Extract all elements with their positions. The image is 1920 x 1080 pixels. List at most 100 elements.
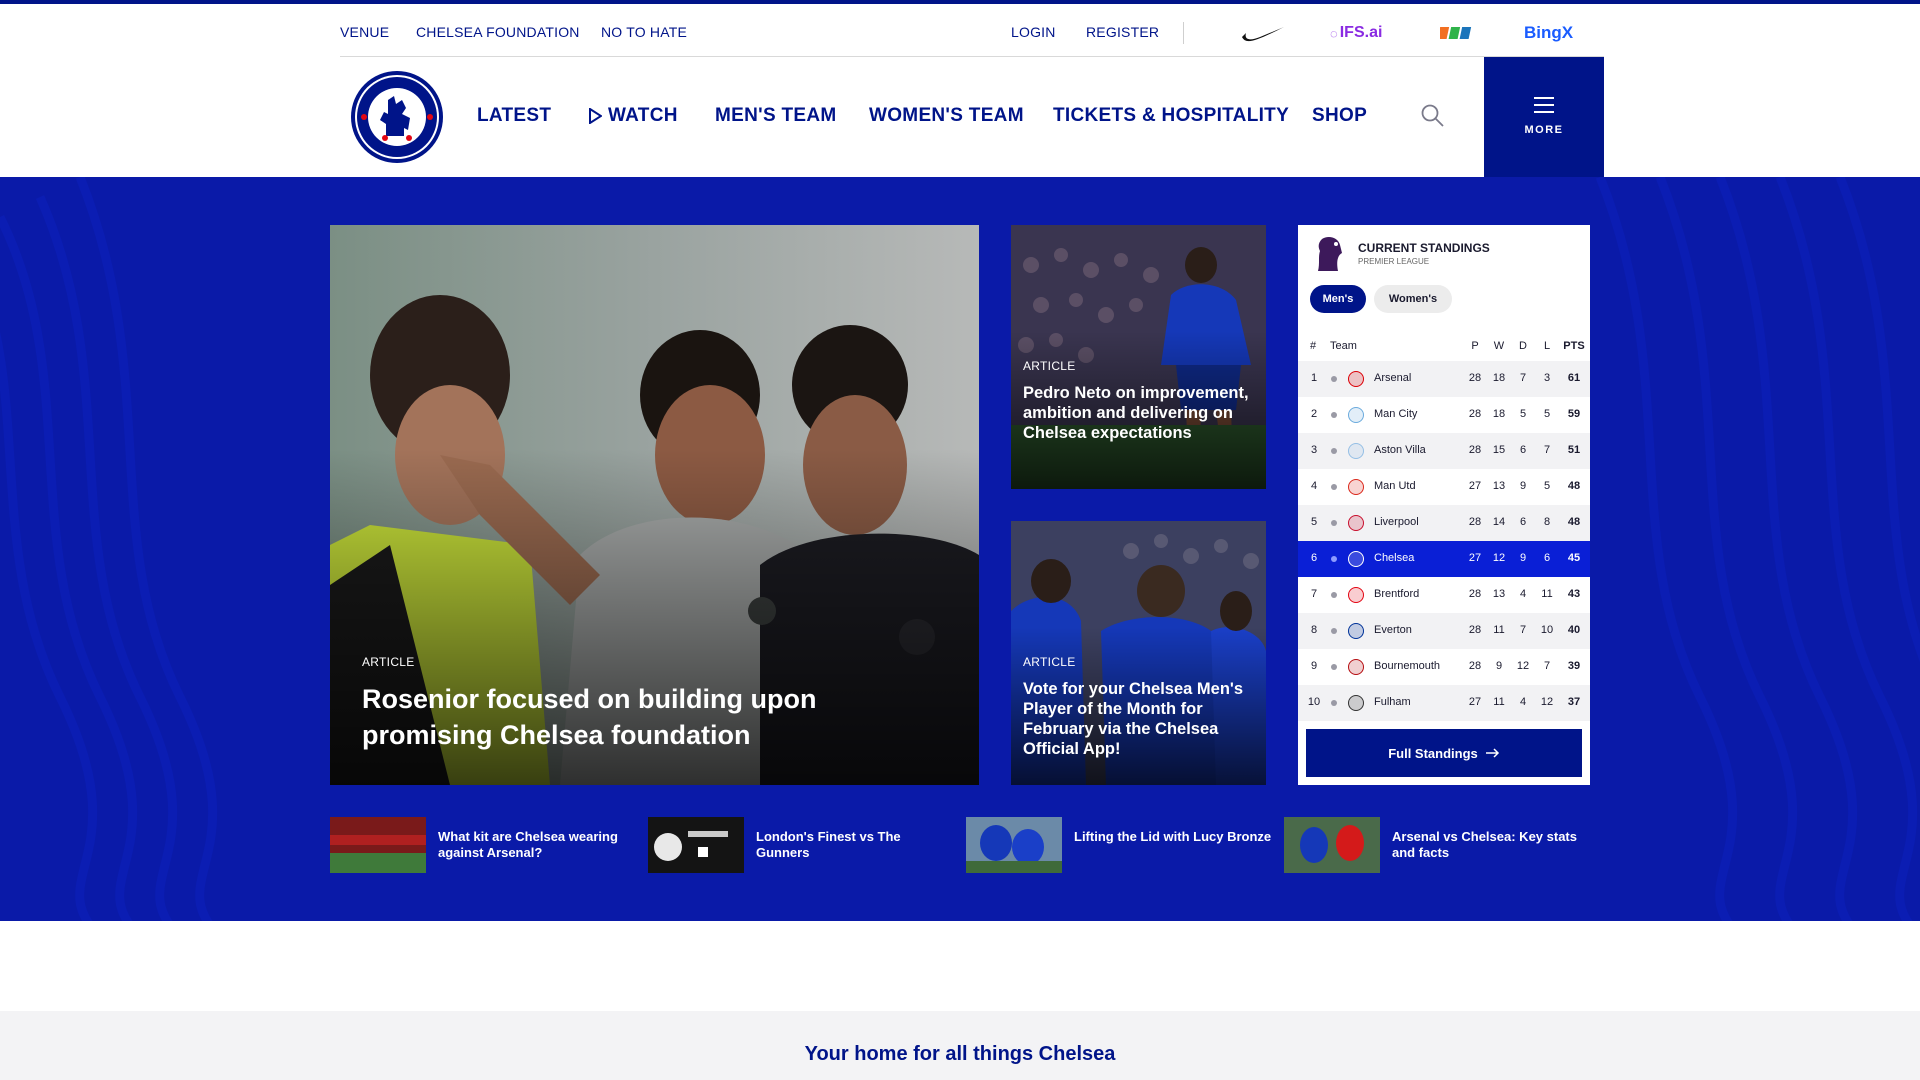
table-row-highlighted[interactable]: 6 Chelsea 27 12 9 6 45: [1298, 541, 1590, 577]
table-row[interactable]: 10 Fulham 27 11 4 12 37: [1298, 685, 1590, 721]
full-standings-label: Full Standings: [1388, 745, 1478, 761]
row-points: 51: [1567, 444, 1581, 456]
row-lost: 5: [1543, 408, 1551, 420]
util-link-venue[interactable]: VENUE: [340, 24, 389, 40]
search-icon[interactable]: [1420, 103, 1446, 129]
home-section: Your home for all things Chelsea: [0, 1011, 1920, 1080]
register-link[interactable]: REGISTER: [1086, 24, 1159, 40]
small-card-kit[interactable]: What kit are Chelsea wearing against Ars…: [330, 817, 630, 873]
row-pos: 8: [1310, 624, 1318, 636]
row-pos: 4: [1310, 480, 1318, 492]
table-row[interactable]: 8 Everton 28 11 7 10 40: [1298, 613, 1590, 649]
row-points: 39: [1567, 660, 1581, 672]
more-label: MORE: [1524, 124, 1564, 136]
table-row[interactable]: 2 Man City 28 18 5 5 59: [1298, 397, 1590, 433]
row-team: Brentford: [1374, 588, 1420, 600]
hero-section: ARTICLE Rosenior focused on building upo…: [0, 177, 1920, 921]
row-won: 15: [1492, 444, 1506, 456]
team-badge-icon: [1348, 587, 1364, 603]
more-menu-button[interactable]: MORE: [1484, 57, 1604, 177]
hero-side-card-1[interactable]: ARTICLE Pedro Neto on improvement, ambit…: [1011, 225, 1266, 489]
hero-main-card[interactable]: ARTICLE Rosenior focused on building upo…: [330, 225, 979, 785]
standings-title: CURRENT STANDINGS: [1358, 241, 1490, 255]
row-lost: 6: [1543, 552, 1551, 564]
nike-logo-icon[interactable]: [1240, 22, 1286, 44]
hero-side1-tag: ARTICLE: [1023, 359, 1076, 373]
row-won: 14: [1492, 516, 1506, 528]
row-lost: 3: [1543, 372, 1551, 384]
hero-side1-title: Pedro Neto on improvement, ambition and …: [1023, 384, 1249, 442]
login-link[interactable]: LOGIN: [1011, 24, 1056, 40]
position-dot: [1331, 412, 1337, 418]
row-played: 28: [1468, 624, 1482, 636]
bingx-sponsor-logo[interactable]: BingX: [1524, 22, 1573, 44]
table-row[interactable]: 4 Man Utd 27 13 9 5 48: [1298, 469, 1590, 505]
team-badge-icon: [1348, 371, 1364, 387]
row-pos: 7: [1310, 588, 1318, 600]
nav-shop[interactable]: SHOP: [1312, 105, 1367, 127]
nav-watch[interactable]: WATCH: [588, 105, 678, 127]
nav-womens-team[interactable]: WOMEN'S TEAM: [869, 105, 1024, 127]
row-points: 48: [1567, 516, 1581, 528]
small-card-thumb: [1284, 817, 1380, 873]
position-dot: [1331, 448, 1337, 454]
chelsea-crest-icon[interactable]: [350, 70, 444, 164]
position-dot: [1331, 556, 1337, 562]
small-card-londons-finest[interactable]: London's Finest vs The Gunners: [648, 817, 948, 873]
table-row[interactable]: 7 Brentford 28 13 4 11 43: [1298, 577, 1590, 613]
row-pos: 9: [1310, 660, 1318, 672]
util-link-no-to-hate[interactable]: NO TO HATE: [601, 24, 687, 40]
row-pos: 1: [1310, 372, 1318, 384]
row-lost: 8: [1543, 516, 1551, 528]
row-won: 12: [1492, 552, 1506, 564]
small-card-title: What kit are Chelsea wearing against Ars…: [438, 829, 618, 860]
row-pos: 5: [1310, 516, 1318, 528]
full-standings-button[interactable]: Full Standings: [1306, 729, 1582, 777]
row-played: 27: [1468, 480, 1482, 492]
row-won: 11: [1493, 624, 1505, 636]
row-team: Aston Villa: [1374, 444, 1426, 456]
hero-side-card-2[interactable]: ARTICLE Vote for your Chelsea Men's Play…: [1011, 521, 1266, 785]
table-row[interactable]: 5 Liverpool 28 14 6 8 48: [1298, 505, 1590, 541]
row-lost: 10: [1540, 624, 1554, 636]
table-row[interactable]: 3 Aston Villa 28 15 6 7 51: [1298, 433, 1590, 469]
small-card-key-stats[interactable]: Arsenal vs Chelsea: Key stats and facts: [1284, 817, 1584, 873]
home-section-title: Your home for all things Chelsea: [804, 1043, 1116, 1065]
standings-table: 1 Arsenal 28 18 7 3 61 2 Man City 28 18 …: [1298, 361, 1590, 721]
premier-league-logo-icon: [1314, 235, 1344, 273]
row-lost: 7: [1543, 444, 1551, 456]
hero-main-tag: ARTICLE: [362, 655, 415, 669]
team-badge-icon: [1348, 443, 1364, 459]
row-drawn: 6: [1519, 444, 1527, 456]
arrow-right-icon: [1485, 748, 1499, 758]
tab-womens[interactable]: Women's: [1374, 285, 1452, 313]
row-lost: 5: [1543, 480, 1551, 492]
header-l: L: [1543, 340, 1551, 352]
fpt-logo-icon[interactable]: [1440, 22, 1474, 44]
row-points: 45: [1567, 552, 1581, 564]
row-points: 43: [1567, 588, 1581, 600]
nav-tickets[interactable]: TICKETS & HOSPITALITY: [1053, 105, 1289, 127]
row-played: 28: [1468, 408, 1482, 420]
util-link-foundation[interactable]: CHELSEA FOUNDATION: [416, 24, 580, 40]
row-pos: 10: [1307, 696, 1321, 708]
row-drawn: 9: [1519, 480, 1527, 492]
tab-mens[interactable]: Men's: [1310, 285, 1366, 313]
hamburger-icon: [1534, 97, 1554, 113]
row-points: 48: [1567, 480, 1581, 492]
small-card-title: Lifting the Lid with Lucy Bronze: [1074, 829, 1272, 844]
row-points: 61: [1567, 372, 1581, 384]
header-pos: #: [1310, 340, 1317, 352]
table-row[interactable]: 9 Bournemouth 28 9 12 7 39: [1298, 649, 1590, 685]
ifs-sponsor-logo[interactable]: ◌ IFS.ai: [1330, 22, 1382, 44]
utility-divider: [1183, 22, 1184, 44]
row-played: 28: [1468, 660, 1482, 672]
nav-latest[interactable]: LATEST: [477, 105, 551, 127]
row-played: 27: [1468, 696, 1482, 708]
table-row[interactable]: 1 Arsenal 28 18 7 3 61: [1298, 361, 1590, 397]
small-card-lucy-bronze[interactable]: Lifting the Lid with Lucy Bronze: [966, 817, 1271, 873]
nav-mens-team[interactable]: MEN'S TEAM: [715, 105, 837, 127]
position-dot: [1331, 700, 1337, 706]
nav-watch-label: WATCH: [608, 105, 678, 126]
row-team: Man City: [1374, 408, 1418, 420]
